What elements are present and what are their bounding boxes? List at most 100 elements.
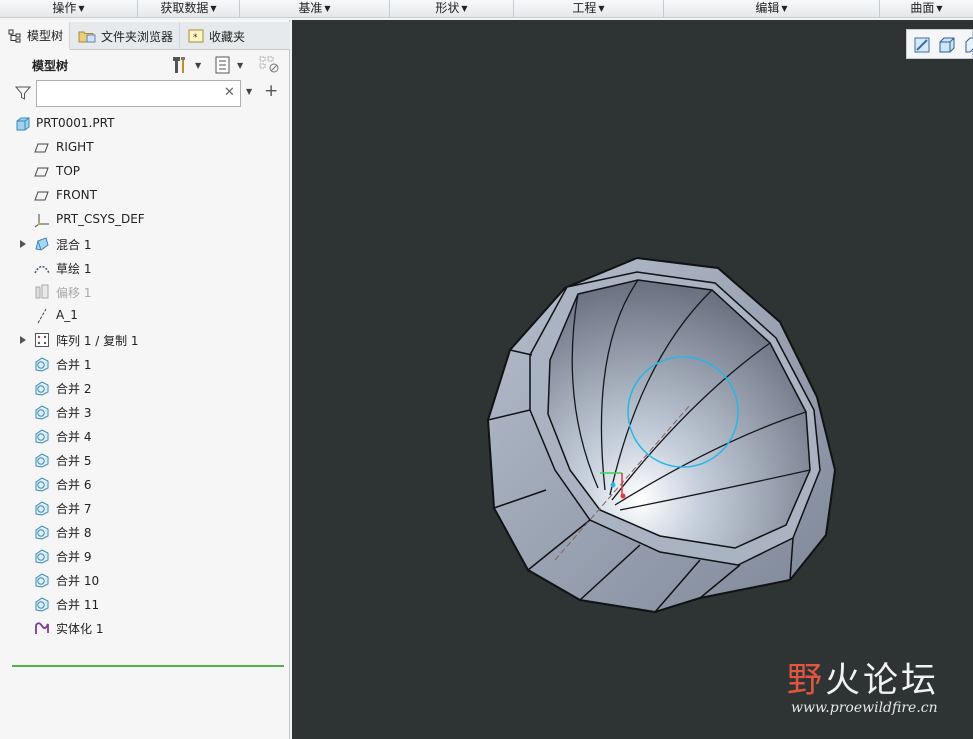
tree-item-label: 合并 2 [56, 382, 92, 396]
tree-item-sketch[interactable]: 草绘 1 [0, 256, 288, 280]
axis-icon [37, 308, 47, 324]
group-get-data[interactable]: 获取数据 ▼ [138, 0, 240, 18]
group-engineering[interactable]: 工程 ▼ [514, 0, 664, 18]
show-options-button[interactable]: ▼ [214, 55, 243, 75]
tree-item-label: 偏移 1 [56, 286, 92, 300]
group-operations[interactable]: 操作 ▼ [0, 0, 138, 18]
insert-here-marker[interactable] [12, 665, 284, 667]
folder-browser-icon [78, 31, 96, 43]
tree-item-label: 混合 1 [56, 238, 92, 252]
tree-item-csys[interactable]: PRT_CSYS_DEF [0, 208, 288, 232]
tree-item-merge[interactable]: 合并 1 [0, 352, 288, 376]
ribbon-group-bar: 操作 ▼ 获取数据 ▼ 基准 ▼ 形状 ▼ 工程 ▼ 编辑 ▼ 曲面 ▼ [0, 0, 973, 18]
tree-item-top[interactable]: TOP [0, 160, 288, 184]
tree-item-merge[interactable]: 合并 5 [0, 448, 288, 472]
tree-item-offset[interactable]: 偏移 1 [0, 280, 288, 304]
tree-item-label: 合并 3 [56, 406, 92, 420]
clear-icon[interactable]: ✕ [224, 85, 235, 100]
tree-item-merge[interactable]: 合并 9 [0, 544, 288, 568]
tree-item-merge[interactable]: 合并 2 [0, 376, 288, 400]
settings-tool-button[interactable]: ▼ [172, 55, 201, 75]
merge-icon [35, 477, 49, 492]
tree-filter-button[interactable] [259, 55, 281, 75]
tree-item-merge[interactable]: 合并 10 [0, 568, 288, 592]
blend-icon [35, 237, 49, 251]
solidify-icon [35, 622, 49, 634]
tree-item-label: 阵列 1 / 复制 1 [56, 334, 139, 348]
sketch-icon [34, 265, 50, 274]
filter-icon[interactable] [15, 85, 31, 101]
merge-icon [35, 453, 49, 468]
merge-icon [35, 429, 49, 444]
csys-icon [34, 214, 49, 228]
tree-item-label: 合并 11 [56, 598, 100, 612]
tab-folder-browser[interactable]: 文件夹浏览器 [70, 22, 181, 50]
model-tree-icon [8, 29, 21, 42]
tree-item-front[interactable]: FRONT [0, 184, 288, 208]
merge-icon [35, 357, 49, 372]
tab-favorites[interactable]: * 收藏夹 [180, 22, 251, 50]
tree-item-part[interactable]: PRT0001.PRT [0, 112, 288, 136]
watermark-title: 野火论坛 [787, 661, 940, 701]
tree-item-right[interactable]: RIGHT [0, 136, 288, 160]
expand-arrow-icon[interactable] [20, 240, 26, 248]
group-surfaces[interactable]: 曲面 ▼ [880, 0, 973, 18]
search-dropdown-icon[interactable]: ▼ [246, 87, 252, 96]
model-viewport [486, 256, 837, 614]
add-icon[interactable]: + [264, 81, 278, 101]
merge-icon [35, 501, 49, 516]
tree-item-axis[interactable]: A_1 [0, 304, 288, 328]
tree-item-label: 草绘 1 [56, 262, 92, 276]
watermark-url: www.proewildfire.cn [791, 700, 938, 716]
tree-item-merge[interactable]: 合并 3 [0, 400, 288, 424]
tree-item-merge[interactable]: 合并 6 [0, 472, 288, 496]
search-row: ✕ ▼ + [0, 79, 290, 109]
part-icon [16, 117, 30, 131]
merge-icon [35, 549, 49, 564]
tree-item-label: TOP [56, 164, 81, 178]
tree-item-label: 实体化 1 [56, 622, 104, 636]
tree-item-pattern[interactable]: 阵列 1 / 复制 1 [0, 328, 288, 352]
group-datum[interactable]: 基准 ▼ [240, 0, 390, 18]
tree-item-merge[interactable]: 合并 8 [0, 520, 288, 544]
tree-item-label: 合并 5 [56, 454, 92, 468]
merge-icon [35, 597, 49, 612]
datum-plane-icon [34, 167, 49, 177]
model-tree-header: 模型树 ▼ ▼ [0, 52, 290, 78]
graphics-window[interactable]: 野火论坛 www.proewildfire.cn [292, 20, 973, 739]
tree-item-merge[interactable]: 合并 11 [0, 592, 288, 616]
merge-icon [35, 573, 49, 588]
tree-item-label: 合并 9 [56, 550, 92, 564]
navigator-panel: 模型树 文件夹浏览器 * 收藏夹 模型树 ▼ ▼ ✕ ▼ + PRT0001.P… [0, 20, 290, 739]
pattern-icon [35, 333, 49, 347]
search-input[interactable] [36, 80, 241, 107]
navigator-tabs: 模型树 文件夹浏览器 * 收藏夹 [0, 22, 290, 50]
group-shapes[interactable]: 形状 ▼ [390, 0, 514, 18]
panel-title: 模型树 [32, 59, 69, 73]
list-icon [215, 56, 230, 74]
merge-icon [35, 381, 49, 396]
merge-icon [35, 405, 49, 420]
tree-item-merge[interactable]: 合并 7 [0, 496, 288, 520]
offset-icon [35, 284, 49, 299]
tree-item-label: 合并 10 [56, 574, 100, 588]
merge-icon [35, 525, 49, 540]
group-editing[interactable]: 编辑 ▼ [664, 0, 880, 18]
tab-label: 模型树 [27, 29, 64, 43]
tree-item-merge[interactable]: 合并 4 [0, 424, 288, 448]
tree-item-blend[interactable]: 混合 1 [0, 232, 288, 256]
tree-item-solidify[interactable]: 实体化 1 [0, 616, 288, 640]
tree-item-label: 合并 8 [56, 526, 92, 540]
tree-item-label: FRONT [56, 188, 97, 202]
tree-item-label: 合并 6 [56, 478, 92, 492]
tree-item-label: 合并 1 [56, 358, 92, 372]
tree-item-label: 合并 7 [56, 502, 92, 516]
tab-label: 文件夹浏览器 [101, 29, 174, 44]
tab-model-tree[interactable]: 模型树 [0, 22, 71, 50]
datum-plane-icon [34, 191, 49, 201]
tree-item-label: RIGHT [56, 140, 94, 154]
expand-arrow-icon[interactable] [20, 336, 26, 344]
tree-item-label: PRT0001.PRT [36, 116, 115, 130]
tree-columns-icon [259, 56, 279, 73]
tree-item-label: A_1 [56, 308, 78, 322]
